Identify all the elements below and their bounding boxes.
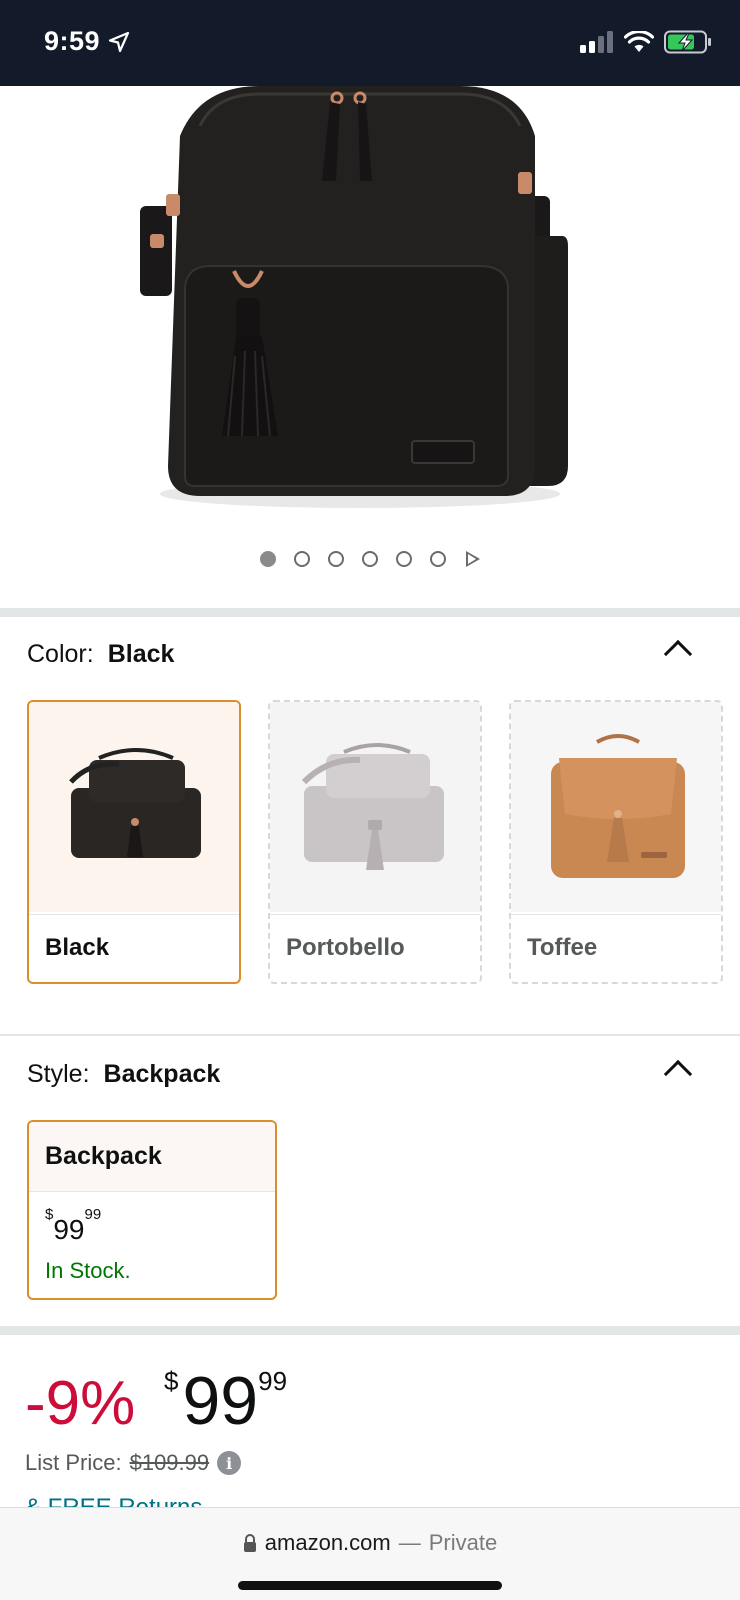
backpack-product-image	[140, 86, 568, 508]
collapse-style-chevron-up-icon[interactable]	[663, 1059, 693, 1089]
pagination-dot-4[interactable]	[362, 551, 378, 567]
status-time: 9:59	[44, 26, 130, 57]
browser-address-bar[interactable]: amazon.com — Private	[0, 1507, 740, 1600]
swatch-name-toffee: Toffee	[527, 934, 598, 961]
swatch-separator	[511, 914, 721, 915]
color-label: Color: Black	[27, 640, 174, 669]
browsing-mode: Private	[428, 1530, 498, 1555]
color-swatch-portobello[interactable]: Portobello	[268, 700, 482, 984]
section-divider	[0, 1326, 740, 1335]
swatch-image-toffee	[511, 702, 721, 912]
style-option-price: $9999	[45, 1206, 101, 1246]
selected-color-value: Black	[107, 640, 175, 668]
status-bar: 9:59	[0, 0, 740, 86]
pagination-dot-5[interactable]	[396, 551, 412, 567]
price-fraction: 99	[258, 1366, 288, 1396]
swatch-name-portobello: Portobello	[286, 934, 405, 961]
style-label: Style: Backpack	[27, 1060, 220, 1089]
section-divider	[0, 1034, 740, 1036]
selected-style-value: Backpack	[103, 1060, 221, 1088]
location-arrow-icon	[108, 31, 130, 52]
list-price: List Price: $109.99 i	[25, 1450, 242, 1476]
style-price-whole: 99	[53, 1214, 85, 1245]
swatch-separator	[270, 914, 480, 915]
pagination-dot-3[interactable]	[328, 551, 344, 567]
discount-percentage: -9%	[25, 1369, 136, 1438]
home-indicator[interactable]	[238, 1581, 502, 1590]
pagination-dot-6[interactable]	[430, 551, 446, 567]
gallery-pagination	[0, 551, 740, 567]
product-image-gallery[interactable]	[0, 86, 740, 606]
toffee-bag-thumbnail	[551, 734, 685, 878]
color-swatch-toffee[interactable]: Toffee	[509, 700, 723, 984]
pagination-dot-2[interactable]	[294, 551, 310, 567]
clock-text: 9:59	[44, 26, 101, 56]
style-price-currency: $	[45, 1205, 54, 1223]
swatch-image-portobello	[270, 702, 480, 912]
style-option-stock: In Stock.	[45, 1258, 131, 1283]
info-icon[interactable]: i	[217, 1451, 242, 1475]
color-swatch-black[interactable]: Black	[27, 700, 241, 984]
swatch-name-black: Black	[45, 934, 110, 961]
section-divider	[0, 608, 740, 617]
style-price-fraction: 99	[84, 1205, 102, 1223]
portobello-bag-thumbnail	[301, 743, 444, 870]
list-price-value: $109.99	[129, 1450, 210, 1475]
style-option-backpack[interactable]: Backpack $9999 In Stock.	[27, 1120, 277, 1300]
wifi-icon	[624, 31, 654, 52]
style-option-name: Backpack	[29, 1122, 275, 1192]
price-whole: 99	[182, 1363, 259, 1439]
url-separator: —	[398, 1530, 421, 1555]
swatch-separator	[29, 914, 239, 915]
play-video-icon[interactable]	[466, 551, 480, 567]
price: $9999	[164, 1362, 287, 1440]
collapse-color-chevron-up-icon[interactable]	[663, 639, 693, 669]
price-currency: $	[164, 1366, 179, 1396]
battery-charging-icon	[664, 30, 711, 54]
list-price-label: List Price:	[25, 1450, 122, 1475]
color-label-text: Color:	[27, 640, 94, 668]
black-bag-thumbnail	[69, 748, 201, 858]
swatch-image-black	[29, 702, 239, 912]
url-domain: amazon.com	[264, 1530, 391, 1555]
style-label-text: Style:	[27, 1060, 90, 1088]
status-indicators	[580, 30, 712, 54]
lock-icon	[243, 1534, 256, 1552]
cellular-signal-icon	[580, 31, 613, 53]
pagination-dot-1[interactable]	[260, 551, 276, 567]
url-display[interactable]: amazon.com — Private	[0, 1530, 740, 1556]
